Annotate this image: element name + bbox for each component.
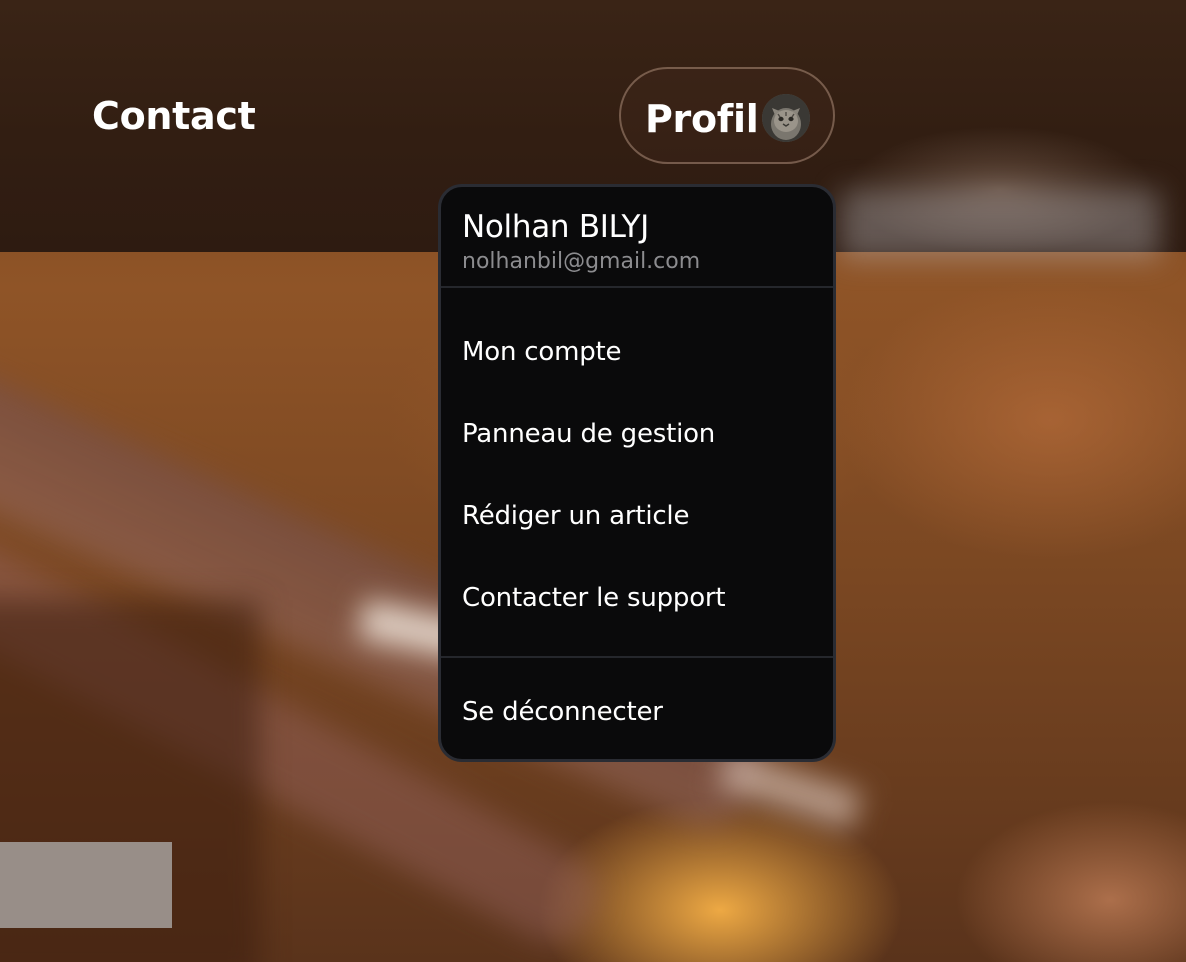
side-panel: [0, 842, 172, 928]
menu-item-write-article[interactable]: Rédiger un article: [462, 501, 689, 531]
page-background: Contact Profil Nolhan BILYJ nolhanbil@gm…: [0, 0, 1186, 962]
menu-divider: [441, 286, 833, 288]
menu-item-logout[interactable]: Se déconnecter: [462, 697, 663, 727]
cat-avatar-icon: [762, 94, 810, 142]
user-email: nolhanbil@gmail.com: [462, 249, 701, 274]
menu-divider: [441, 656, 833, 658]
menu-item-management-panel[interactable]: Panneau de gestion: [462, 419, 715, 449]
nav-contact-link[interactable]: Contact: [92, 94, 256, 138]
user-name: Nolhan BILYJ: [462, 209, 649, 245]
background-blur: [840, 190, 1160, 260]
profile-button[interactable]: Profil: [619, 67, 835, 164]
profile-dropdown-menu: Nolhan BILYJ nolhanbil@gmail.com Mon com…: [438, 184, 836, 762]
avatar: [762, 94, 810, 142]
profile-label: Profil: [645, 97, 759, 141]
menu-item-my-account[interactable]: Mon compte: [462, 337, 622, 367]
menu-item-contact-support[interactable]: Contacter le support: [462, 583, 726, 613]
